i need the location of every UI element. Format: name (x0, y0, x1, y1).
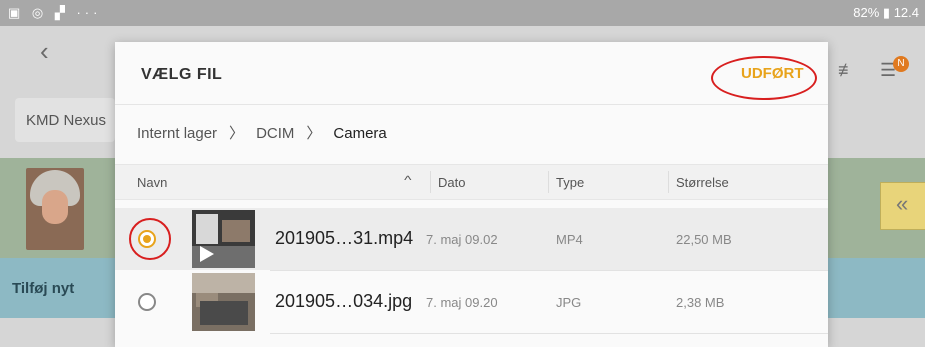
tab-label: KMD Nexus (26, 112, 107, 129)
column-name[interactable]: Navn (137, 175, 167, 190)
sort-ascending-icon[interactable]: ^ (404, 173, 411, 187)
file-type: JPG (556, 295, 582, 310)
play-icon (200, 246, 214, 262)
file-type: MP4 (556, 232, 583, 247)
column-date[interactable]: Dato (438, 175, 465, 190)
breadcrumb-item-internal[interactable]: Internt lager (137, 125, 217, 142)
file-chooser-dialog: VÆLG FIL UDFØRT Internt lager 〉 DCIM 〉 Camer… (115, 42, 828, 347)
chevron-right-icon: 〉 (229, 125, 245, 142)
file-date: 7. maj 09.02 (426, 232, 498, 247)
breadcrumb-item-dcim[interactable]: DCIM (256, 125, 294, 142)
column-divider (548, 171, 549, 193)
done-annotation-circle (711, 56, 817, 100)
column-size[interactable]: Størrelse (676, 175, 729, 190)
file-size: 2,38 MB (676, 295, 725, 310)
notification-badge: N (893, 56, 909, 72)
chevron-right-icon: 〉 (306, 125, 322, 142)
video-thumbnail (192, 210, 255, 268)
column-divider (668, 171, 669, 193)
radio-annotation-circle (129, 218, 171, 260)
filter-icon[interactable]: ≢ (838, 60, 856, 81)
file-row[interactable]: 201905…31.mp4 7. maj 09.02 MP4 22,50 MB (115, 208, 828, 270)
status-bar: ▣ ◎ ▞ ··· 82% ▮ 12.4 (0, 0, 925, 26)
image-thumbnail (192, 273, 255, 331)
tab-kmd-nexus[interactable]: KMD Nexus (15, 98, 115, 142)
radio-unselected[interactable] (138, 293, 156, 311)
status-icons: ▣ ◎ ▞ ··· (8, 5, 102, 20)
add-section-label: Tilføj nyt (12, 280, 75, 297)
column-header: Navn ^ Dato Type Størrelse (115, 164, 828, 200)
double-chevron-left-icon: « (896, 191, 909, 216)
file-name: 201905…31.mp4 (275, 228, 414, 248)
file-size: 22,50 MB (676, 232, 732, 247)
dialog-title: VÆLG FIL (141, 66, 223, 83)
column-divider (430, 171, 431, 193)
avatar (26, 168, 84, 250)
file-name: 201905…034.jpg (275, 291, 413, 311)
breadcrumb-item-camera: Camera (333, 125, 387, 142)
back-icon[interactable]: ‹ (40, 36, 49, 67)
collapse-button[interactable]: « (880, 182, 925, 230)
divider (115, 104, 828, 105)
row-divider (270, 333, 828, 334)
file-row[interactable]: 201905…034.jpg 7. maj 09.20 JPG 2,38 MB (115, 271, 828, 333)
status-right: 82% ▮ 12.4 (853, 5, 919, 20)
file-date: 7. maj 09.20 (426, 295, 498, 310)
column-type[interactable]: Type (556, 175, 584, 190)
breadcrumb: Internt lager 〉 DCIM 〉 Camera (137, 122, 387, 143)
dialog-header: VÆLG FIL UDFØRT (115, 42, 828, 104)
